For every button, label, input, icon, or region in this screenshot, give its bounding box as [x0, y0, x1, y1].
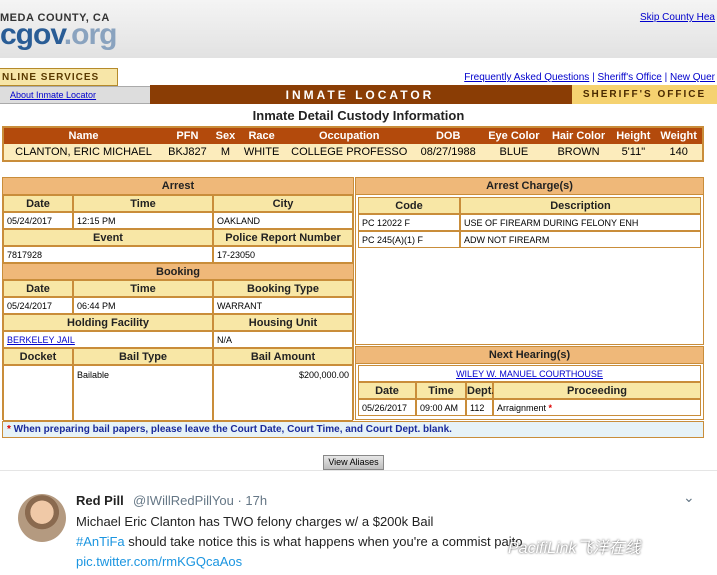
tweet-line-1: Michael Eric Clanton has TWO felony char…	[76, 514, 434, 529]
hearing-time-value: 09:00 AM	[416, 399, 466, 416]
col-weight: Weight	[655, 127, 703, 144]
booking-type-value: WARRANT	[213, 297, 353, 314]
inmate-identity-table: Name PFN Sex Race Occupation DOB Eye Col…	[2, 126, 704, 162]
arrest-date-value: 05/24/2017	[3, 212, 73, 229]
col-height: Height	[611, 127, 656, 144]
view-aliases-button[interactable]: View Aliases	[323, 455, 384, 470]
booking-time-value: 06:44 PM	[73, 297, 213, 314]
col-occupation: Occupation	[284, 127, 415, 144]
arrest-city-header: City	[213, 195, 353, 212]
courthouse-link[interactable]: WILEY W. MANUEL COURTHOUSE	[456, 369, 603, 379]
bail-type-header: Bail Type	[73, 348, 213, 365]
tweet-author-handle[interactable]: @IWillRedPillYou · 17h	[133, 493, 267, 508]
arrest-date-header: Date	[3, 195, 73, 212]
hearing-proceeding-value: Arraignment *	[493, 399, 701, 416]
occupation-value: COLLEGE PROFESSO	[284, 144, 415, 161]
holding-facility-value[interactable]: BERKELEY JAIL	[3, 331, 213, 348]
new-query-link[interactable]: New Quer	[670, 72, 715, 83]
housing-unit-value: N/A	[213, 331, 353, 348]
arrest-time-header: Time	[73, 195, 213, 212]
sheriff-office-link[interactable]: Sheriff's Office	[597, 72, 661, 83]
col-race: Race	[238, 127, 285, 144]
bail-amount-value: $200,000.00	[213, 365, 353, 421]
booking-date-value: 05/24/2017	[3, 297, 73, 314]
charge-code-header: Code	[358, 197, 460, 214]
eye-color-value: BLUE	[482, 144, 546, 161]
hearing-date-value: 05/26/2017	[358, 399, 416, 416]
col-eye-color: Eye Color	[482, 127, 546, 144]
chevron-down-icon[interactable]: ⌄	[683, 489, 695, 506]
name-value: CLANTON, ERIC MICHAEL	[3, 144, 163, 161]
dob-value: 08/27/1988	[414, 144, 483, 161]
online-services-tab[interactable]: NLINE SERVICES	[0, 68, 118, 86]
charge-code-value: PC 12022 F	[358, 214, 460, 231]
charge-code-value: PC 245(A)(1) F	[358, 231, 460, 248]
faq-link[interactable]: Frequently Asked Questions	[464, 72, 589, 83]
pfn-value: BKJ827	[163, 144, 212, 161]
charges-panel: Arrest Charge(s) Code Description PC 120…	[355, 177, 704, 345]
page-title: Inmate Detail Custody Information	[252, 108, 465, 123]
sex-value: M	[211, 144, 239, 161]
hearing-dept-value: 112	[466, 399, 493, 416]
arrest-header: Arrest	[3, 178, 353, 195]
berkeley-jail-link[interactable]: BERKELEY JAIL	[7, 335, 75, 345]
hearing-header: Next Hearing(s)	[356, 347, 703, 364]
police-report-value: 17-23050	[213, 246, 353, 263]
hearing-proceeding-header: Proceeding	[493, 382, 701, 399]
avatar[interactable]	[18, 494, 66, 542]
weight-value: 140	[655, 144, 703, 161]
booking-time-header: Time	[73, 280, 213, 297]
inmate-locator-banner: INMATE LOCATOR	[150, 85, 570, 104]
col-dob: DOB	[414, 127, 483, 144]
col-pfn: PFN	[163, 127, 212, 144]
arrest-city-value: OAKLAND	[213, 212, 353, 229]
hair-color-value: BROWN	[545, 144, 612, 161]
booking-date-header: Date	[3, 280, 73, 297]
housing-unit-header: Housing Unit	[213, 314, 353, 331]
hearing-panel: Next Hearing(s) WILEY W. MANUEL COURTHOU…	[355, 346, 704, 420]
bail-papers-note: * When preparing bail papers, please lea…	[2, 421, 704, 438]
charge-description-value: ADW NOT FIREARM	[460, 231, 701, 248]
charge-description-value: USE OF FIREARM DURING FELONY ENH	[460, 214, 701, 231]
docket-value	[3, 365, 73, 421]
col-name: Name	[3, 127, 163, 144]
race-value: WHITE	[238, 144, 285, 161]
holding-facility-header: Holding Facility	[3, 314, 213, 331]
about-inmate-locator-link[interactable]: About Inmate Locator	[10, 90, 96, 100]
charge-description-header: Description	[460, 197, 701, 214]
event-value: 7817928	[3, 246, 213, 263]
top-links: Frequently Asked Questions | Sheriff's O…	[464, 72, 715, 83]
hashtag-link[interactable]: #AnTiFa	[76, 534, 125, 549]
arrest-time-value: 12:15 PM	[73, 212, 213, 229]
site-logo[interactable]: cgov.org	[0, 18, 117, 52]
charges-header: Arrest Charge(s)	[356, 178, 703, 195]
courthouse-cell[interactable]: WILEY W. MANUEL COURTHOUSE	[358, 365, 701, 382]
skip-link[interactable]: Skip County Hea	[640, 12, 715, 23]
bail-amount-header: Bail Amount	[213, 348, 353, 365]
hearing-dept-header: Dept.	[466, 382, 495, 399]
docket-header: Docket	[3, 348, 73, 365]
booking-type-header: Booking Type	[213, 280, 353, 297]
bail-type-value: Bailable	[73, 365, 213, 421]
arrest-panel: Arrest Date Time City 05/24/2017 12:15 P…	[2, 177, 354, 421]
watermark: PacifiLink飞洋在线	[508, 540, 641, 557]
booking-header: Booking	[3, 263, 353, 280]
event-header: Event	[3, 229, 213, 246]
tweet-author-name[interactable]: Red Pill	[76, 493, 124, 508]
police-report-header: Police Report Number	[213, 229, 353, 246]
height-value: 5'11"	[611, 144, 656, 161]
col-hair-color: Hair Color	[545, 127, 612, 144]
hearing-time-header: Time	[416, 382, 466, 399]
hearing-date-header: Date	[358, 382, 416, 399]
sheriff-office-banner: SHERIFF'S OFFICE	[570, 85, 717, 104]
col-sex: Sex	[211, 127, 239, 144]
